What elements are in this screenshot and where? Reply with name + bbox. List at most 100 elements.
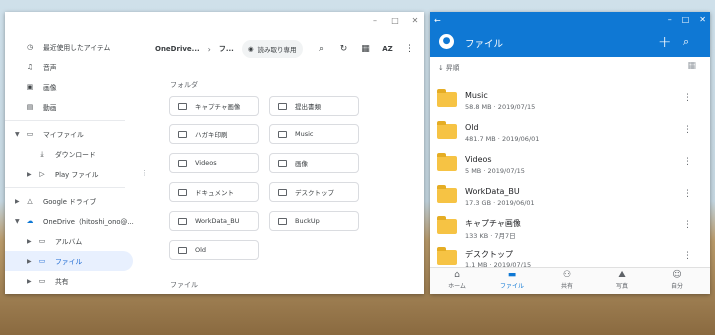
grid-view-icon[interactable]: ▦ [355,44,377,54]
expand-arrow-icon[interactable]: ▶ [15,198,20,205]
read-only-chip[interactable]: ◉ 読み取り専用 [241,40,303,58]
sidebar-item-label: ダウンロード [55,151,96,159]
sidebar-item-videos[interactable]: ▤ 動画 [5,97,133,117]
download-icon: ⤓ [40,149,44,158]
minimize-button[interactable]: – [370,16,380,25]
sidebar-item-shared[interactable]: ▶ ▭ 共有 [5,271,133,291]
nav-photos[interactable]: ⛰ 写真 [602,270,642,290]
sort-button[interactable]: ↓ 昇順 [438,62,459,72]
list-item[interactable]: Music 58.8 MB · 2019/07/15 ⋮ [430,84,710,115]
folder-icon [178,159,187,167]
expand-arrow-icon[interactable]: ▼ [15,218,20,225]
laptop-icon: ▭ [26,130,34,138]
close-button[interactable]: ✕ [410,16,420,25]
sidebar-item-images[interactable]: ▣ 画像 [5,77,133,97]
sidebar-item-onedrive[interactable]: ▼ ☁ OneDrive（hitoshi_ono@... [5,211,134,231]
nav-label: ファイル [499,283,524,290]
grid-view-icon[interactable]: ▦ [687,61,696,71]
read-only-label: 読み取り専用 [257,46,297,54]
more-vert-icon[interactable]: ⋮ [399,44,421,54]
sidebar-item-label: 画像 [43,84,57,92]
folder-name: 画像 [295,160,308,168]
sidebar-item-label: マイファイル [43,131,84,139]
breadcrumb-onedrive[interactable]: OneDrive... [155,45,200,53]
breadcrumb-current[interactable]: フ... [219,44,234,54]
sort-row: ↓ 昇順 ▦ [430,57,710,77]
expand-arrow-icon[interactable]: ▶ [27,238,32,245]
sidebar-item-google-drive[interactable]: ▶ △ Google ドライブ [5,191,133,211]
play-icon: ▷ [39,170,45,178]
folder-tile[interactable]: WorkData_BU [169,211,259,231]
nav-me[interactable]: ☺ 自分 [657,270,697,290]
divider [5,120,125,121]
more-vert-icon[interactable]: ⋮ [683,125,692,135]
expand-arrow-icon[interactable]: ▶ [27,171,32,178]
folder-tile[interactable]: Music [269,124,359,144]
sidebar-item-album[interactable]: ▶ ▭ アルバム [5,231,133,251]
expand-arrow-icon[interactable]: ▶ [27,278,32,285]
nav-home[interactable]: ⌂ ホーム [437,270,477,290]
sidebar-item-files[interactable]: ▶ ▭ ファイル [5,251,133,271]
folder-icon [178,188,187,196]
expand-arrow-icon[interactable]: ▼ [15,131,20,138]
folder-tile[interactable]: キャプチャ画像 [169,96,259,116]
sidebar-item-play-files[interactable]: ▶ ▷ Play ファイル [5,164,133,184]
folder-tile[interactable]: Videos [169,153,259,173]
more-vert-icon[interactable]: ⋮ [683,189,692,199]
list-item[interactable]: キャプチャ画像 133 KB · 7月7日 ⋮ [430,211,710,242]
folder-tile[interactable]: ハガキ印刷 [169,124,259,144]
list-item[interactable]: Videos 5 MB · 2019/07/15 ⋮ [430,148,710,179]
folder-icon [278,102,287,110]
folder-icon [278,159,287,167]
sidebar-item-audio[interactable]: ♫ 音声 [5,57,133,77]
folder-icon: ▭ [38,237,46,245]
maximize-button[interactable]: □ [682,15,690,24]
folder-name: Old [195,246,207,254]
folder-name: WorkData_BU [195,217,240,225]
folder-tile[interactable]: デスクトップ [269,182,359,202]
folder-icon [437,247,457,265]
list-item[interactable]: WorkData_BU 17.3 GB · 2019/06/01 ⋮ [430,180,710,211]
folder-tile[interactable]: 提出書類 [269,96,359,116]
folder-tile[interactable]: ドキュメント [169,182,259,202]
sidebar-item-my-files[interactable]: ▼ ▭ マイファイル [5,124,133,144]
search-icon[interactable]: ⌕ [683,35,689,49]
item-name: Old [465,123,479,132]
add-icon[interactable]: + [658,32,671,51]
back-arrow-icon[interactable]: ← [434,16,441,25]
nav-shared[interactable]: ⚇ 共有 [547,270,587,290]
sidebar-item-downloads[interactable]: ⤓ ダウンロード [5,144,133,164]
image-icon: ▣ [26,83,34,91]
more-vert-icon[interactable]: ⋮ [683,220,692,230]
nav-files[interactable]: ▬ ファイル [492,270,532,290]
folder-tile[interactable]: 画像 [269,153,359,173]
search-icon[interactable]: ⌕ [311,44,333,54]
close-button[interactable]: ✕ [699,15,706,24]
expand-arrow-icon[interactable]: ▶ [27,258,32,265]
folder-icon [178,217,187,225]
refresh-icon[interactable]: ↻ [333,44,355,54]
minimize-button[interactable]: – [668,15,672,24]
nav-label: 自分 [670,283,683,290]
nav-label: 共有 [560,283,573,290]
list-item[interactable]: Old 481.7 MB · 2019/06/01 ⋮ [430,116,710,147]
avatar-icon[interactable]: ● [439,34,454,49]
more-vert-icon[interactable]: ⋮ [683,93,692,103]
home-icon: ⌂ [454,270,460,280]
folder-tile[interactable]: Old [169,240,259,260]
item-name: Videos [465,155,492,164]
folder-icon [178,102,187,110]
sidebar-resize-handle[interactable]: ⋮ [141,169,148,177]
folder-name: キャプチャ画像 [195,103,241,111]
sort-az-icon[interactable]: AZ [377,45,399,53]
sidebar-item-label: アルバム [55,238,83,246]
folder-icon [178,130,187,138]
more-vert-icon[interactable]: ⋮ [683,251,692,261]
more-vert-icon[interactable]: ⋮ [683,157,692,167]
item-meta: 5 MB · 2019/07/15 [465,167,525,175]
nav-label: ホーム [448,283,466,290]
window-controls: – □ ✕ [668,15,706,24]
folder-tile[interactable]: BuckUp [269,211,359,231]
sidebar-item-recent[interactable]: ◷ 最近使用したアイテム [5,37,133,57]
maximize-button[interactable]: □ [390,16,400,25]
